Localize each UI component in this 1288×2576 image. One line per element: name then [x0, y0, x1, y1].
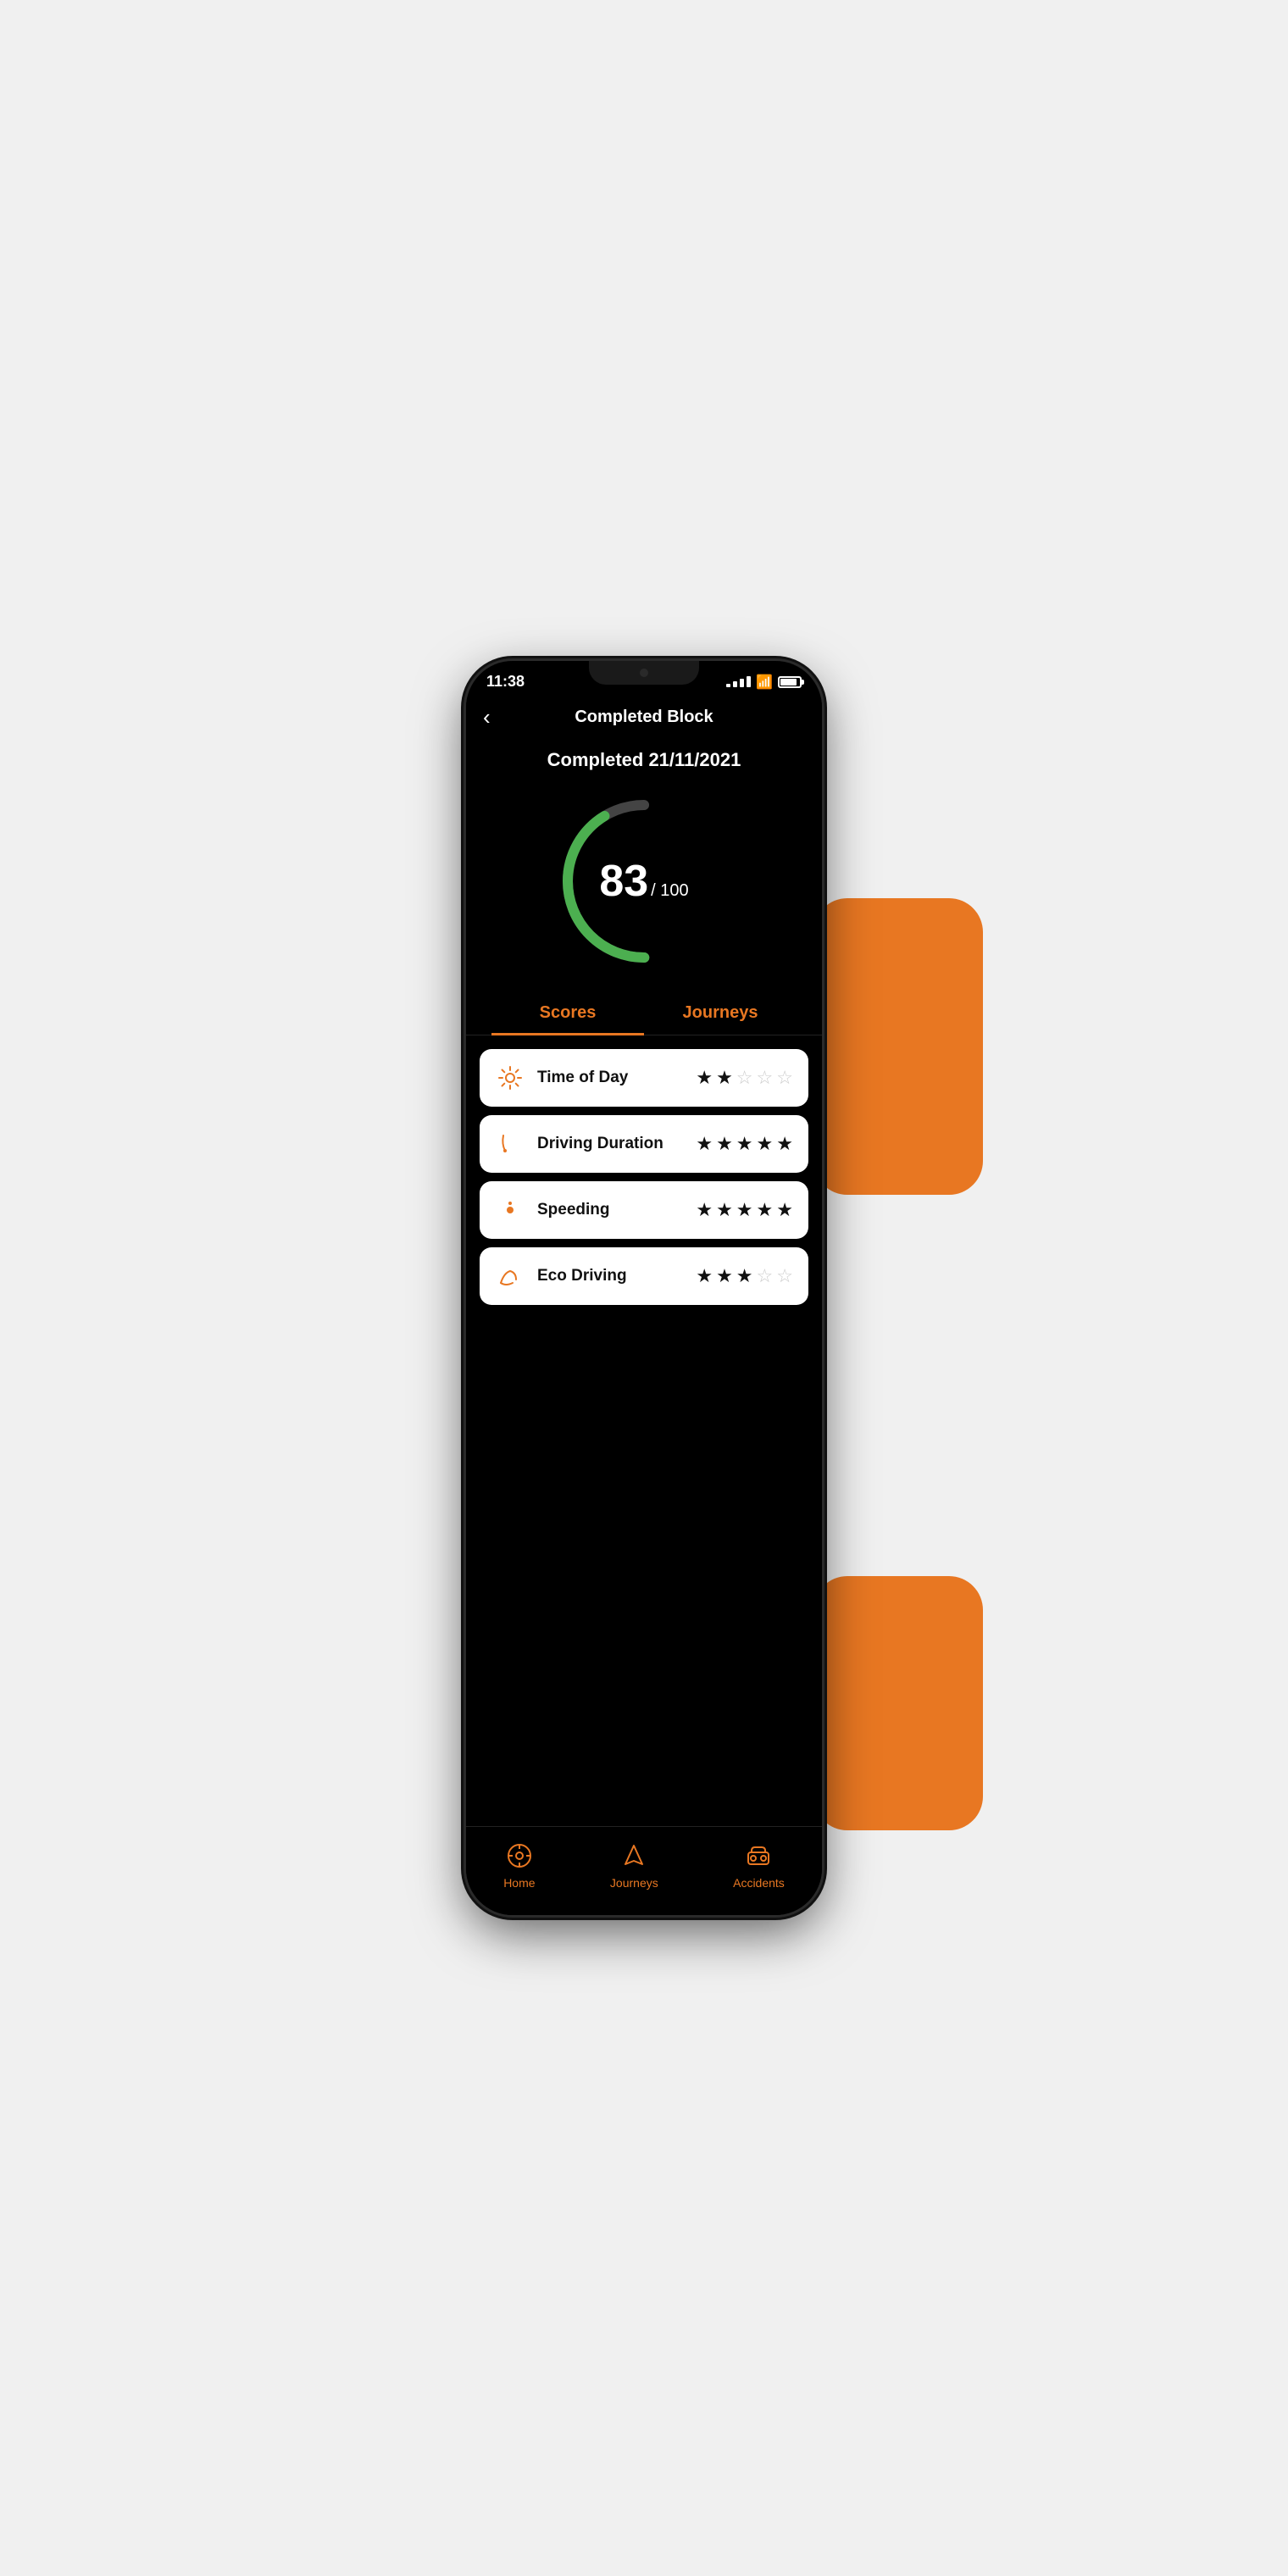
score-number: 83	[599, 856, 648, 907]
tab-bar: Scores Journeys	[466, 991, 822, 1035]
accidents-label: Accidents	[733, 1876, 785, 1890]
star-4: ★	[757, 1133, 774, 1155]
star-5: ☆	[776, 1067, 793, 1089]
wifi-icon: 📶	[756, 674, 773, 691]
page-wrapper: 11:38 📶 ‹ Completed Block	[322, 644, 966, 1932]
gauge-wrapper: 83 / 100	[551, 788, 737, 974]
scores-list: Time of Day ★ ★ ☆ ☆ ☆	[466, 1035, 822, 1319]
home-label: Home	[503, 1876, 535, 1890]
eco-driving-icon	[495, 1261, 525, 1291]
score-item-eco-driving[interactable]: Eco Driving ★ ★ ★ ☆ ☆	[480, 1247, 808, 1305]
score-item-speeding[interactable]: Speeding ★ ★ ★ ★ ★	[480, 1181, 808, 1239]
score-item-driving-duration[interactable]: Driving Duration ★ ★ ★ ★ ★	[480, 1115, 808, 1173]
star-3: ★	[736, 1199, 753, 1221]
nav-item-accidents[interactable]: Accidents	[733, 1840, 785, 1890]
score-gauge: 83 / 100	[466, 780, 822, 991]
star-3: ★	[736, 1133, 753, 1155]
back-button[interactable]: ‹	[483, 704, 491, 730]
status-time: 11:38	[486, 673, 525, 691]
home-icon	[504, 1840, 535, 1871]
star-2: ★	[716, 1133, 733, 1155]
journeys-label: Journeys	[610, 1876, 658, 1890]
battery-icon	[778, 676, 802, 688]
eco-driving-label: Eco Driving	[537, 1267, 684, 1285]
star-3: ★	[736, 1265, 753, 1287]
time-of-day-icon	[495, 1063, 525, 1093]
star-1: ★	[696, 1067, 713, 1089]
time-of-day-label: Time of Day	[537, 1069, 684, 1087]
journeys-icon	[619, 1840, 649, 1871]
speeding-label: Speeding	[537, 1201, 684, 1219]
camera-dot	[640, 669, 648, 677]
time-of-day-stars: ★ ★ ☆ ☆ ☆	[696, 1067, 793, 1089]
score-item-time-of-day[interactable]: Time of Day ★ ★ ☆ ☆ ☆	[480, 1049, 808, 1107]
star-4: ★	[757, 1199, 774, 1221]
driving-duration-stars: ★ ★ ★ ★ ★	[696, 1133, 793, 1155]
orange-decoration-bottom	[813, 1576, 983, 1830]
camera-notch	[589, 661, 699, 685]
header: ‹ Completed Block	[466, 697, 822, 736]
star-1: ★	[696, 1133, 713, 1155]
tab-journeys[interactable]: Journeys	[644, 991, 797, 1035]
star-1: ★	[696, 1265, 713, 1287]
nav-item-journeys[interactable]: Journeys	[610, 1840, 658, 1890]
star-2: ★	[716, 1199, 733, 1221]
star-4: ☆	[757, 1067, 774, 1089]
speeding-stars: ★ ★ ★ ★ ★	[696, 1199, 793, 1221]
star-2: ★	[716, 1265, 733, 1287]
driving-duration-label: Driving Duration	[537, 1135, 684, 1153]
score-max: / 100	[651, 881, 688, 901]
star-5: ☆	[776, 1265, 793, 1287]
tab-scores[interactable]: Scores	[491, 991, 644, 1035]
page-title: Completed Block	[483, 708, 805, 727]
eco-driving-stars: ★ ★ ★ ☆ ☆	[696, 1265, 793, 1287]
status-icons: 📶	[726, 674, 802, 691]
screen: ‹ Completed Block Completed 21/11/2021 8…	[466, 697, 822, 1915]
completed-date: Completed 21/11/2021	[466, 736, 822, 780]
accidents-icon	[743, 1840, 774, 1871]
signal-icon	[726, 676, 751, 687]
star-5: ★	[776, 1199, 793, 1221]
star-1: ★	[696, 1199, 713, 1221]
orange-decoration-top	[813, 898, 983, 1195]
phone-frame: 11:38 📶 ‹ Completed Block	[466, 661, 822, 1915]
star-4: ☆	[757, 1265, 774, 1287]
speeding-icon	[495, 1195, 525, 1225]
gauge-score: 83 / 100	[599, 856, 688, 907]
star-2: ★	[716, 1067, 733, 1089]
bottom-navigation: Home Journeys	[466, 1826, 822, 1915]
driving-duration-icon	[495, 1129, 525, 1159]
star-5: ★	[776, 1133, 793, 1155]
nav-item-home[interactable]: Home	[503, 1840, 535, 1890]
star-3: ☆	[736, 1067, 753, 1089]
